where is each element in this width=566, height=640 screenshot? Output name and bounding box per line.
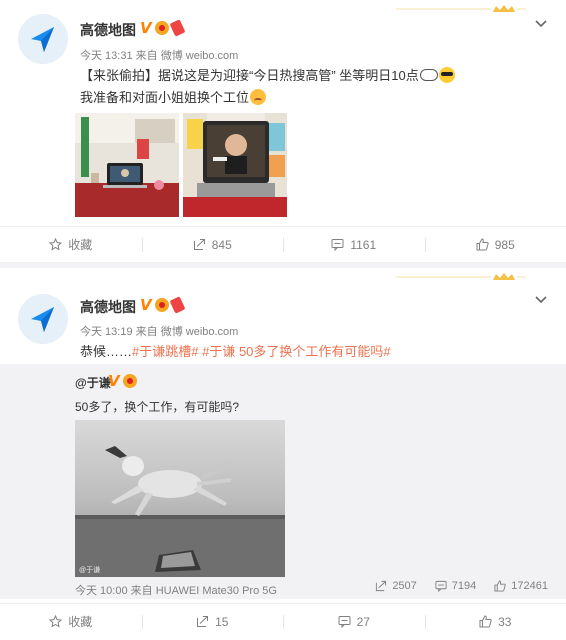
repost-repost-count: 2507: [392, 580, 417, 592]
hashtag-link[interactable]: #于谦跳槽#: [132, 344, 198, 359]
post-image-2[interactable]: [183, 113, 287, 217]
comment-button[interactable]: 27: [283, 604, 425, 639]
like-button[interactable]: 33: [424, 604, 566, 639]
like-count: 33: [498, 614, 512, 629]
verified-badge-icon: V: [140, 296, 152, 314]
hashtag-link[interactable]: #于谦 50多了换个工作有可能吗#: [202, 344, 391, 359]
svg-text:@于谦: @于谦: [79, 565, 100, 574]
avatar[interactable]: [18, 294, 68, 344]
chevron-down-icon[interactable]: [534, 292, 548, 306]
repost-author-badges: V: [108, 372, 137, 390]
comment-icon: [338, 616, 351, 628]
star-icon: [49, 238, 63, 251]
verified-badge-icon: V: [108, 372, 120, 390]
repost-comment-count: 7194: [451, 580, 477, 592]
verified-badge-icon: V: [140, 19, 152, 37]
tag-icon: [169, 296, 186, 314]
like-icon: [479, 615, 492, 628]
repost-button[interactable]: 15: [141, 604, 284, 639]
avatar[interactable]: [18, 14, 68, 64]
comment-icon: [331, 239, 344, 251]
repost-image[interactable]: @于谦: [75, 420, 285, 577]
post-text: 恭候……#于谦跳槽# #于谦 50多了换个工作有可能吗#: [80, 344, 391, 359]
repost-comment-button[interactable]: 7194: [435, 580, 476, 592]
star-icon: [49, 615, 63, 628]
cool-emoji-icon: [438, 67, 455, 83]
repost-like-button[interactable]: 172461: [494, 580, 548, 592]
like-button[interactable]: 985: [424, 227, 566, 262]
favorite-button[interactable]: 收藏: [0, 604, 142, 639]
post-actions-bar: 收藏 15 27 33: [0, 603, 566, 639]
glasses-emoji-icon: [419, 69, 438, 81]
repost-icon: [376, 580, 387, 592]
comment-icon: [435, 580, 447, 592]
user-badges: V: [140, 19, 186, 37]
favorite-button[interactable]: 收藏: [0, 227, 142, 262]
username[interactable]: 高德地图: [80, 20, 136, 40]
username[interactable]: 高德地图: [80, 297, 136, 317]
favorite-label: 收藏: [68, 238, 93, 252]
medal-icon: [154, 21, 169, 35]
repost-icon: [197, 616, 209, 627]
medal-icon: [122, 374, 137, 388]
post-text-line1: 【来张偷拍】据说这是为迎接“今日热搜高管” 坐等明日10点: [80, 65, 455, 87]
repost-meta: 今天 10:00 来自 HUAWEI Mate30 Pro 5G: [75, 585, 277, 597]
repost-repost-button[interactable]: 2507: [375, 580, 417, 592]
crown-decoration-icon: [396, 272, 526, 282]
repost-button[interactable]: 845: [141, 227, 284, 262]
weibo-post-2: 高德地图 V 今天 13:19 来自 微博 weibo.com 恭候……#于谦跳…: [0, 268, 566, 640]
comment-count: 1161: [350, 237, 377, 252]
crown-decoration-icon: [396, 4, 526, 14]
repost-icon: [193, 239, 205, 250]
repost-count: 845: [211, 237, 232, 252]
post-meta: 今天 13:19 来自 微博 weibo.com: [80, 326, 239, 338]
chevron-down-icon[interactable]: [534, 16, 548, 30]
medal-icon: [154, 298, 169, 312]
like-icon: [476, 238, 489, 251]
post-image-1[interactable]: [75, 113, 179, 217]
weibo-post-1: 高德地图 V 今天 13:31 来自 微博 weibo.com 【来张偷拍】据说…: [0, 0, 566, 262]
sad-emoji-icon: [250, 89, 267, 105]
post-actions-bar: 收藏 845 1161 985: [0, 226, 566, 262]
post-meta: 今天 13:31 来自 微博 weibo.com: [80, 50, 239, 62]
like-icon: [494, 580, 506, 592]
post-text-line2: 我准备和对面小姐姐换个工位: [80, 87, 267, 109]
repost-text: 50多了，换个工作，有可能吗?: [75, 400, 240, 414]
repost-stats: 2507 7194 172461: [375, 580, 548, 592]
reposted-content[interactable]: @于谦 V 50多了，换个工作，有可能吗? @于谦 今天 10:00 来自 HU…: [0, 364, 566, 599]
repost-like-count: 172461: [511, 580, 548, 592]
user-badges: V: [140, 296, 186, 314]
repost-count: 15: [215, 614, 229, 629]
tag-icon: [169, 19, 186, 37]
comment-button[interactable]: 1161: [283, 227, 425, 262]
repost-author[interactable]: @于谦: [75, 374, 111, 391]
comment-count: 27: [356, 614, 370, 629]
favorite-label: 收藏: [68, 615, 93, 629]
like-count: 985: [494, 237, 515, 252]
